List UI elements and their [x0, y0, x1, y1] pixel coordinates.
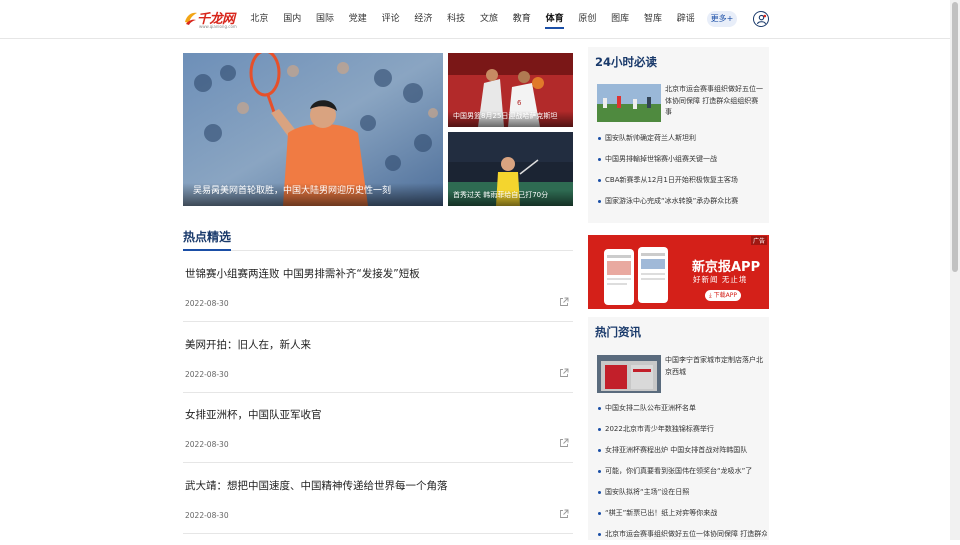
hotnews-list-item[interactable]: “棋王”新票已出！纸上对弈等你来战 [597, 503, 767, 524]
page-scrollbar[interactable] [950, 0, 960, 540]
hot-article-item[interactable]: 武大靖：想把中国速度、中国精神传递给世界每一个角落 2022-08-30 [183, 464, 573, 534]
nav-item-1[interactable]: 国内 [276, 0, 309, 38]
share-icon[interactable] [559, 509, 569, 519]
more-nav-button[interactable]: 更多+ [707, 11, 737, 27]
hot-article-item[interactable]: 美网开拍：旧人在，新人来 2022-08-30 [183, 323, 573, 393]
nav-item-0[interactable]: 北京 [243, 0, 276, 38]
ad-download-button[interactable]: ⤓ 下载APP [705, 290, 741, 301]
nav-item-4[interactable]: 评论 [374, 0, 407, 38]
hero-small-story-2[interactable]: 首秀过关 韩雨菲给自己打70分 [448, 132, 573, 206]
hero-main-caption: 吴易昺美网首轮取胜，中国大陆男网迎历史性一刻 [183, 183, 443, 206]
share-icon[interactable] [559, 438, 569, 448]
read24-list-item[interactable]: 国安队新帅确定荷兰人斯坦利 [597, 128, 767, 149]
phone-mockup-image [604, 247, 668, 305]
article-title[interactable]: 女排亚洲杯，中国队亚军收官 [185, 407, 322, 422]
nav-item-3[interactable]: 党建 [341, 0, 374, 38]
article-date: 2022-08-30 [185, 299, 229, 308]
store-photo [597, 355, 661, 393]
hot-section-divider [183, 250, 573, 251]
main-nav: 北京 国内 国际 党建 评论 经济 科技 文旅 教育 体育 原创 图库 智库 辟谣 [243, 0, 702, 38]
top-header: 千龙网 www.qianlong.com 北京 国内 国际 党建 评论 经济 科技 文旅 教育体… [0, 0, 950, 39]
nav-item-7[interactable]: 文旅 [473, 0, 506, 38]
ad-badge: 广告 [750, 236, 767, 245]
nav-item-10[interactable]: 原创 [571, 0, 604, 38]
user-icon [756, 14, 767, 25]
read24-list-item[interactable]: 中国男排輸掉世锦赛小组赛关键一战 [597, 149, 767, 170]
nav-item-6[interactable]: 科技 [440, 0, 473, 38]
read24-list-item[interactable]: 国家游泳中心完成“冰水转换”承办群众比赛 [597, 191, 767, 212]
nav-item-11[interactable]: 图库 [604, 0, 637, 38]
field-photo [597, 84, 661, 122]
article-date: 2022-08-30 [185, 369, 229, 379]
hotnews-list-item[interactable]: 可能，你们真要看到张国伟在领奖台“龙吸水”了 [597, 461, 767, 482]
hotnews-list-item[interactable]: 2022北京市青少年数独锦标赛举行 [597, 419, 767, 440]
hot-section-accent-bar [183, 249, 231, 251]
hero-small-1-caption: 中国男篮8月25日迎战哈萨克斯坦 [448, 111, 573, 127]
hotnews-list-item[interactable]: 北京市运会赛事组织做好五位一体协同保障 打造群众参与的体育盛会 [597, 524, 767, 545]
read24-featured-text: 北京市运会赛事组织做好五位一体协同保障 打造群众组组织赛事 [665, 85, 763, 116]
hotnews-list-item[interactable]: 国安队拟将“主场”设在日照 [597, 482, 767, 503]
ad-download-label: 下载APP [713, 292, 737, 299]
read24-title: 24小时必读 [595, 55, 658, 69]
read24-list: 国安队新帅确定荷兰人斯坦利 中国男排輸掉世锦赛小组赛关键一战 CBA新赛季从12月1… [597, 128, 767, 212]
nav-item-12[interactable]: 智库 [637, 0, 670, 38]
hotnews-featured-text: 中国李宁首家城市定制店落户北京西城 [665, 356, 763, 376]
xinjingbao-app-ad[interactable]: 广告 新京报APP 好新闻 无止境 ⤓ 下载APP [588, 235, 769, 309]
nav-item-8[interactable]: 教育 [505, 0, 538, 38]
hotnews-list-item[interactable]: 女排亚洲杯赛程出炉 中国女排首战对阵韩国队 [597, 440, 767, 461]
hot-article-item[interactable]: 世锦赛小组赛两连败 中国男排需补齐“发接发”短板 2022-08-30 [183, 252, 573, 322]
hotnews-list: 中国女排二队公布亚洲杯名单 2022北京市青少年数独锦标赛举行 女排亚洲杯赛程出炉 … [597, 398, 767, 545]
share-icon[interactable] [559, 368, 569, 378]
nav-item-9[interactable]: 体育 [538, 0, 571, 38]
scrollbar-thumb[interactable] [952, 2, 958, 272]
nav-item-2[interactable]: 国际 [309, 0, 342, 38]
hotnews-featured-thumb [597, 355, 661, 393]
logo-subtext: www.qianlong.com [199, 24, 237, 29]
site-logo[interactable]: 千龙网 www.qianlong.com [183, 8, 237, 32]
download-icon: ⤓ [709, 292, 712, 299]
hero-small-story-1[interactable]: 6 中国男篮8月25日迎战哈萨克斯坦 [448, 53, 573, 127]
read24-featured-thumb [597, 84, 661, 122]
hot-article-item[interactable]: 女排亚洲杯，中国队亚军收官 2022-08-30 [183, 393, 573, 463]
ad-subtitle: 好新闻 无止境 [693, 275, 748, 284]
hotnews-featured[interactable]: 中国李宁首家城市定制店落户北京西城 [597, 355, 763, 395]
read24-featured[interactable]: 北京市运会赛事组织做好五位一体协同保障 打造群众组组织赛事 [597, 84, 763, 124]
hotnews-title: 热门资讯 [595, 325, 641, 339]
nav-item-13[interactable]: 辟谣 [669, 0, 702, 38]
user-login-button[interactable] [753, 11, 769, 27]
hero-main-story[interactable]: 吴易昺美网首轮取胜，中国大陆男网迎历史性一刻 [183, 53, 443, 206]
hot-section-title: 热点精选 [183, 230, 232, 244]
article-date: 2022-08-30 [185, 440, 229, 449]
share-icon[interactable] [559, 297, 569, 307]
article-title[interactable]: 美网开拍：旧人在，新人来 [185, 337, 311, 352]
hero-small-2-caption: 首秀过关 韩雨菲给自己打70分 [448, 190, 573, 206]
article-title[interactable]: 武大靖：想把中国速度、中国精神传递给世界每一个角落 [185, 478, 448, 493]
article-title[interactable]: 世锦赛小组赛两连败 中国男排需补齐“发接发”短板 [185, 266, 420, 281]
read24-list-item[interactable]: CBA新赛季从12月1日开始积极恢复主客场 [597, 170, 767, 191]
nav-item-5[interactable]: 经济 [407, 0, 440, 38]
article-date: 2022-08-30 [185, 510, 229, 520]
ad-title: 新京报APP [692, 260, 761, 275]
hotnews-list-item[interactable]: 中国女排二队公布亚洲杯名单 [597, 398, 767, 419]
svg-text:6: 6 [517, 99, 522, 107]
